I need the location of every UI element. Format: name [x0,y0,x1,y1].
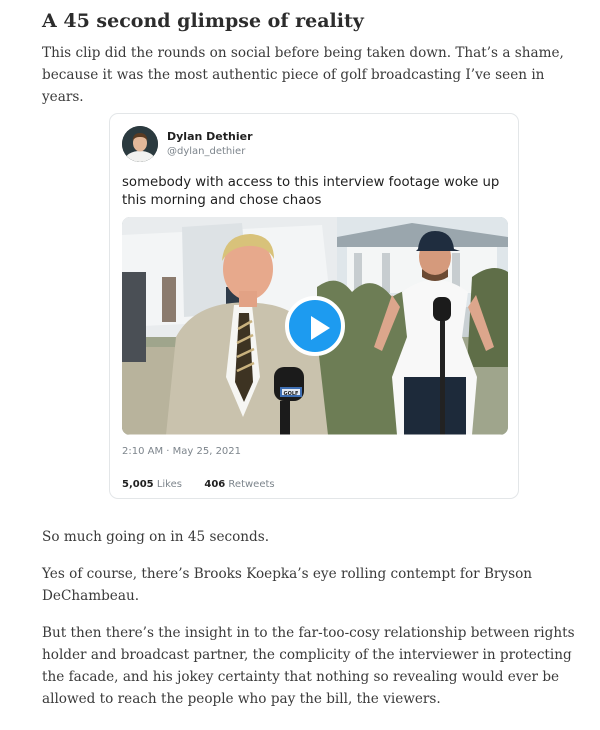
tweet-timestamp[interactable]: 2:10 AM · May 25, 2021 [122,446,241,457]
play-button[interactable] [285,296,345,356]
retweets-label[interactable]: Retweets [228,479,274,490]
intro-paragraph: This clip did the rounds on social befor… [42,45,564,105]
article-heading: A 45 second glimpse of reality [42,10,364,32]
body-paragraph-2: Yes of course, there’s Brooks Koepka’s e… [42,566,533,604]
likes-count[interactable]: 5,005 [122,479,154,490]
body-paragraph-3: But then there’s the insight in to the f… [42,625,575,707]
body-paragraph-1: So much going on in 45 seconds. [42,529,270,545]
retweets-count[interactable]: 406 [204,479,225,490]
embedded-tweet[interactable]: Dylan Dethier @dylan_dethier somebody wi… [109,113,519,499]
tweet-video[interactable]: GOLF [122,217,508,435]
article: A 45 second glimpse of reality This clip… [0,0,600,730]
mic-flag-label: GOLF [284,391,299,397]
tweet-text: somebody with access to this interview f… [122,175,500,208]
tweet-author-name[interactable]: Dylan Dethier [167,130,253,143]
avatar-portrait [122,126,158,162]
likes-label[interactable]: Likes [157,479,182,490]
avatar[interactable] [122,126,158,162]
tweet-author-handle[interactable]: @dylan_dethier [167,146,245,157]
tweet-stats: 5,005 Likes 406 Retweets [122,479,275,490]
